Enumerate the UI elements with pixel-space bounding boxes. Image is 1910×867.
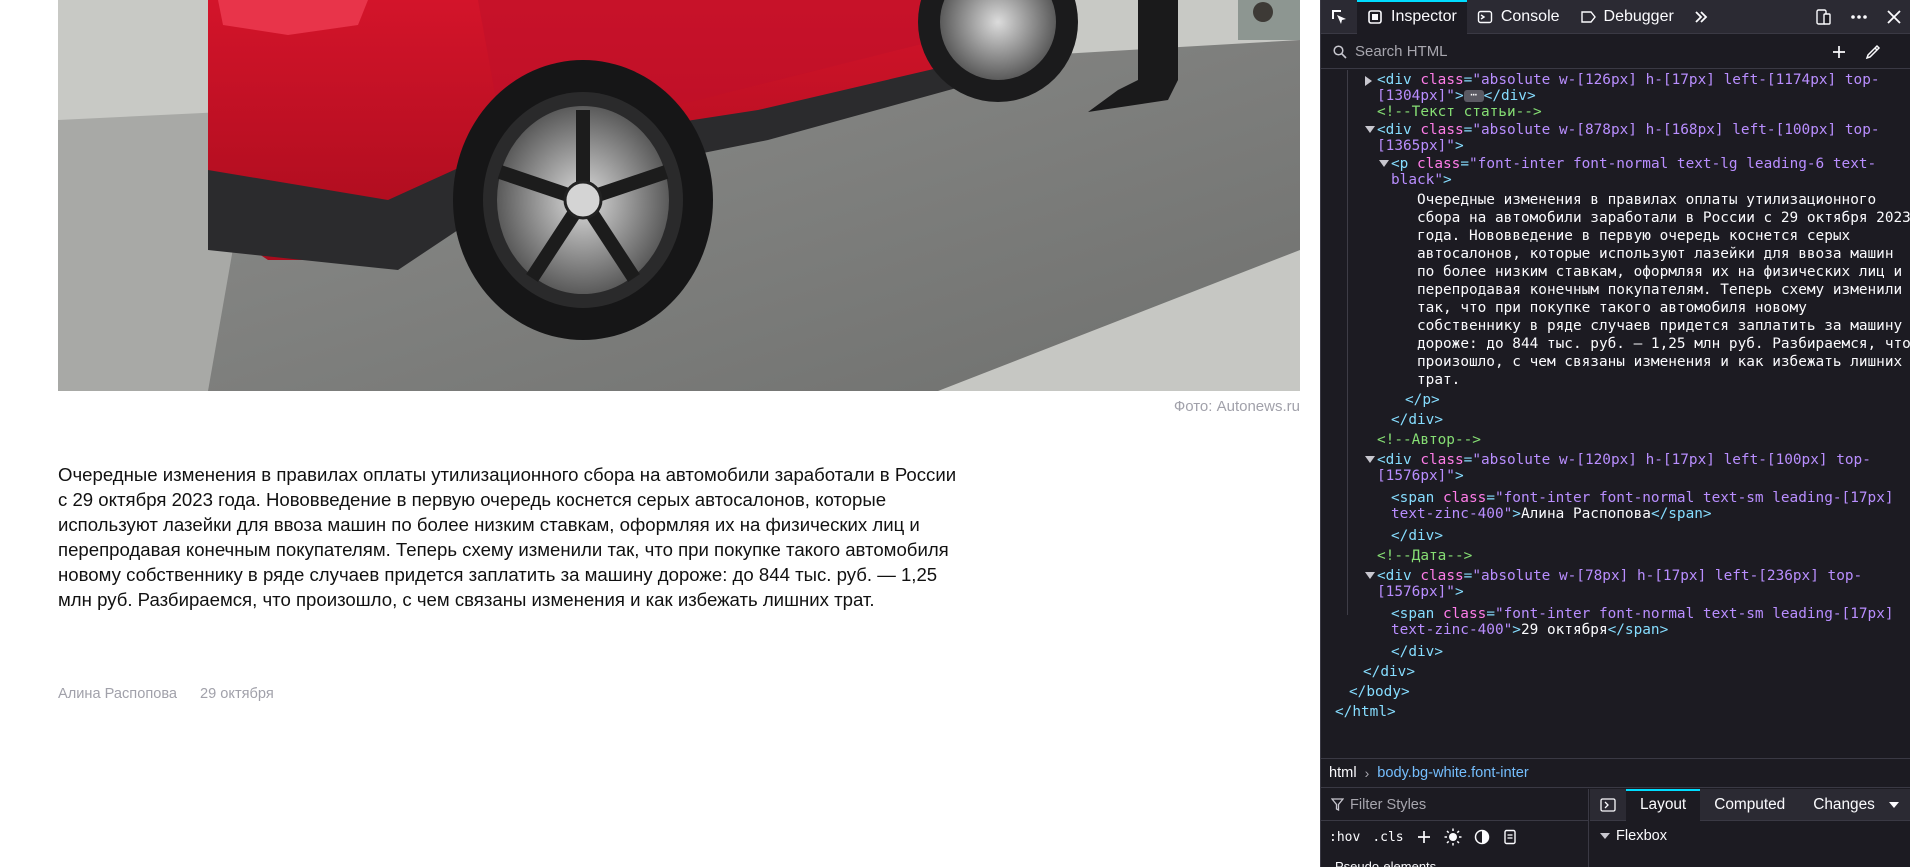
tab-inspector-label: Inspector <box>1391 7 1457 25</box>
double-chevron-right-icon <box>1695 10 1708 23</box>
markup-closing-tag[interactable]: </div> <box>1391 410 1443 430</box>
responsive-design-icon <box>1816 8 1831 25</box>
pseudo-elements-toggle[interactable]: Pseudo-elements <box>1335 859 1436 867</box>
page-content: Фото: Autonews.ru Очередные изменения в … <box>0 0 1320 867</box>
markup-node-cont: [1576px]"> <box>1377 584 1464 600</box>
markup-text-node: собственнику в ряде случаев придется зап… <box>1417 318 1903 334</box>
sidebar-toggle-icon <box>1600 797 1616 812</box>
search-icon <box>1333 44 1347 59</box>
toggle-sidebar-button[interactable] <box>1590 789 1626 821</box>
dark-mode-icon[interactable] <box>1474 829 1490 845</box>
collapse-node-toggle[interactable] <box>1365 456 1375 463</box>
filter-styles-input[interactable] <box>1350 796 1570 813</box>
filter-styles-bar <box>1321 789 1588 821</box>
responsive-design-button[interactable] <box>1805 0 1841 34</box>
breadcrumb-item-body[interactable]: body.bg-white.font-inter <box>1369 765 1536 781</box>
markup-node[interactable]: <p class="font-inter font-normal text-lg… <box>1391 154 1876 174</box>
toggle-pseudo-classes-button[interactable]: :hov <box>1329 830 1360 845</box>
filter-icon <box>1331 798 1344 811</box>
article-author: Алина Распопова <box>58 686 178 702</box>
breadcrumb-item-html[interactable]: html <box>1321 765 1365 781</box>
collapsed-children-badge[interactable]: ⋯ <box>1463 89 1484 102</box>
markup-closing-tag[interactable]: </p> <box>1405 390 1440 410</box>
expand-node-toggle[interactable] <box>1365 76 1372 86</box>
markup-closing-tag[interactable]: </body> <box>1349 682 1410 702</box>
markup-comment[interactable]: <!--Текст статьи--> <box>1377 102 1542 122</box>
devtools-sidebar: :hov .cls Pseudo-elements Layout Compute… <box>1321 788 1910 867</box>
markup-text-node: произошло, с чем связаны изменения и как… <box>1417 354 1903 370</box>
devtools-toolbar: Inspector Console Debugger <box>1321 0 1910 34</box>
debugger-icon <box>1580 10 1596 23</box>
plus-icon <box>1833 45 1845 58</box>
element-picker-button[interactable] <box>1321 0 1357 34</box>
flexbox-label: Flexbox <box>1616 828 1668 844</box>
markup-comment[interactable]: <!--Автор--> <box>1377 430 1481 450</box>
element-picker-icon <box>1332 9 1346 24</box>
rules-toolbar: :hov .cls <box>1321 821 1588 853</box>
chevron-down-icon[interactable] <box>1888 801 1899 809</box>
markup-text-node: перепродавая конечным покупателям. Тепер… <box>1417 282 1903 298</box>
collapse-node-toggle[interactable] <box>1365 126 1375 133</box>
tab-changes[interactable]: Changes <box>1799 789 1889 821</box>
inspector-icon <box>1368 9 1382 24</box>
tab-layout[interactable]: Layout <box>1626 788 1701 821</box>
article-date: 29 октября <box>200 686 274 702</box>
article-lead-text: Очередные изменения в правилах оплаты ут… <box>58 464 957 610</box>
tab-computed[interactable]: Computed <box>1700 789 1799 821</box>
markup-text-node[interactable]: Очередные изменения в правилах оплаты ут… <box>1417 190 1876 210</box>
tab-console-label: Console <box>1500 7 1560 25</box>
markup-text-node: по более низким ставкам, оформляя их на … <box>1417 264 1903 280</box>
layout-pane: Layout Computed Changes Flexbox <box>1590 788 1910 867</box>
collapse-node-toggle[interactable] <box>1379 160 1389 167</box>
add-rule-icon[interactable] <box>1416 829 1432 845</box>
markup-closing-tag[interactable]: </html> <box>1335 702 1396 722</box>
collapse-node-toggle[interactable] <box>1365 572 1375 579</box>
markup-closing-tag[interactable]: </div> <box>1363 662 1415 682</box>
article-photo <box>58 0 1300 391</box>
light-mode-icon[interactable] <box>1444 828 1462 846</box>
chevron-down-icon <box>1600 833 1610 839</box>
markup-closing-tag[interactable]: </div> <box>1391 526 1443 546</box>
print-media-icon[interactable] <box>1502 829 1518 845</box>
console-icon <box>1477 10 1493 23</box>
add-node-button[interactable] <box>1825 38 1853 66</box>
markup-text-node: сбора на автомобили заработали в России … <box>1417 210 1910 226</box>
markup-view[interactable]: <div class="absolute w-[126px] h-[17px] … <box>1321 70 1910 758</box>
markup-text-node: дороже: до 844 тыс. руб. — 1,25 млн руб.… <box>1417 336 1910 352</box>
more-tabs-button[interactable] <box>1684 0 1718 34</box>
markup-node-cont: [1365px]"> <box>1377 138 1464 154</box>
more-horizontal-icon <box>1851 14 1867 19</box>
markup-text-node: автосалонов, которые используют лазейки … <box>1417 246 1894 262</box>
eyedropper-button[interactable] <box>1859 38 1887 66</box>
markup-text-node: трат. <box>1417 372 1461 388</box>
car-photo-image <box>58 0 1300 391</box>
eyedropper-icon <box>1865 44 1881 59</box>
sidebar-tabs: Layout Computed Changes <box>1590 788 1910 821</box>
markup-text-node: года. Нововведение в первую очередь косн… <box>1417 228 1851 244</box>
flexbox-section-header[interactable]: Flexbox <box>1590 821 1910 851</box>
rules-pane: :hov .cls Pseudo-elements <box>1321 789 1589 867</box>
tab-debugger[interactable]: Debugger <box>1570 0 1684 34</box>
breadcrumb: html › body.bg-white.font-inter <box>1321 758 1910 788</box>
markup-closing-tag[interactable]: </div> <box>1391 642 1443 662</box>
tab-inspector[interactable]: Inspector <box>1357 0 1467 34</box>
markup-text-node: так, что при покупке такого автомобиля н… <box>1417 300 1807 316</box>
tab-debugger-label: Debugger <box>1603 7 1674 25</box>
markup-node-cont: black"> <box>1391 172 1452 188</box>
toggle-classes-button[interactable]: .cls <box>1372 830 1403 845</box>
search-html-input[interactable] <box>1355 43 1825 60</box>
tab-console[interactable]: Console <box>1467 0 1570 34</box>
markup-comment[interactable]: <!--Дата--> <box>1377 546 1472 566</box>
devtools-panel: Inspector Console Debugger Search HTML <… <box>1320 0 1910 867</box>
close-devtools-button[interactable] <box>1877 0 1910 34</box>
indent-guide <box>1347 70 1348 615</box>
close-icon <box>1887 9 1901 24</box>
markup-node-cont: [1576px]"> <box>1377 468 1464 484</box>
devtools-menu-button[interactable] <box>1841 0 1877 34</box>
markup-node-cont: text-zinc-400">Алина Распопова</span> <box>1391 506 1712 522</box>
photo-credit: Фото: Autonews.ru <box>1173 398 1300 415</box>
html-search-bar <box>1321 35 1910 69</box>
markup-node-cont: text-zinc-400">29 октября</span> <box>1391 622 1669 638</box>
